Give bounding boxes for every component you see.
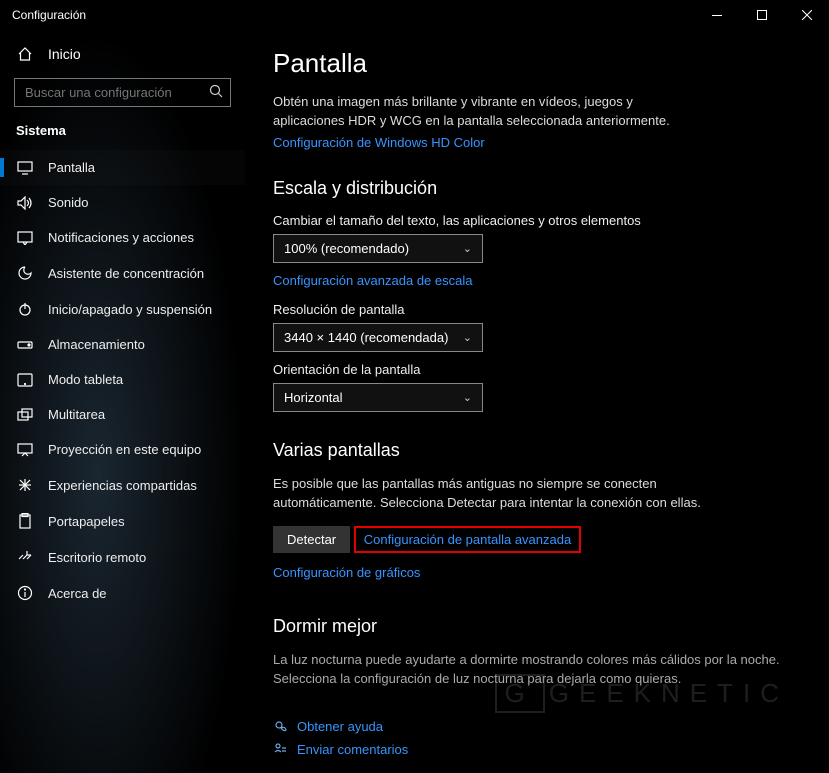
page-title: Pantalla xyxy=(273,48,801,79)
sidebar-item-multitarea[interactable]: Multitarea xyxy=(0,397,245,432)
sidebar-item-label: Inicio/apagado y suspensión xyxy=(48,302,212,317)
detect-button[interactable]: Detectar xyxy=(273,526,350,553)
search-input[interactable] xyxy=(14,78,231,107)
orientation-value: Horizontal xyxy=(284,390,343,405)
sidebar-item-label: Almacenamiento xyxy=(48,337,145,352)
get-help-link[interactable]: Obtener ayuda xyxy=(297,719,383,734)
hd-description: Obtén una imagen más brillante y vibrant… xyxy=(273,93,703,131)
notifications-icon xyxy=(16,231,34,245)
home-icon xyxy=(16,46,34,62)
sidebar-item-label: Multitarea xyxy=(48,407,105,422)
resolution-value: 3440 × 1440 (recomendada) xyxy=(284,330,448,345)
shared-icon xyxy=(16,477,34,493)
sidebar-home-label: Inicio xyxy=(48,46,81,62)
sidebar-item-remoto[interactable]: Escritorio remoto xyxy=(0,539,245,575)
sidebar-item-portapapeles[interactable]: Portapapeles xyxy=(0,503,245,539)
chevron-down-icon: ⌄ xyxy=(463,242,472,255)
help-icon xyxy=(273,720,287,734)
about-icon xyxy=(16,585,34,601)
search-icon xyxy=(209,84,223,98)
graphics-settings-link[interactable]: Configuración de gráficos xyxy=(273,565,420,580)
scale-label: Cambiar el tamaño del texto, las aplicac… xyxy=(273,213,801,228)
sound-icon xyxy=(16,196,34,210)
sidebar-item-almacenamiento[interactable]: Almacenamiento xyxy=(0,327,245,362)
display-icon xyxy=(16,161,34,175)
sidebar-item-proyeccion[interactable]: Proyección en este equipo xyxy=(0,432,245,467)
sidebar-home[interactable]: Inicio xyxy=(0,38,245,70)
storage-icon xyxy=(16,339,34,351)
sidebar-item-compartidas[interactable]: Experiencias compartidas xyxy=(0,467,245,503)
sidebar-item-label: Escritorio remoto xyxy=(48,550,146,565)
sidebar-item-label: Acerca de xyxy=(48,586,107,601)
minimize-button[interactable] xyxy=(694,0,739,30)
resolution-label: Resolución de pantalla xyxy=(273,302,801,317)
orientation-select[interactable]: Horizontal ⌄ xyxy=(273,383,483,412)
sidebar-item-label: Pantalla xyxy=(48,160,95,175)
search-box[interactable] xyxy=(14,78,231,107)
sidebar-item-acerca[interactable]: Acerca de xyxy=(0,575,245,611)
projection-icon xyxy=(16,443,34,457)
resolution-select[interactable]: 3440 × 1440 (recomendada) ⌄ xyxy=(273,323,483,352)
feedback-icon xyxy=(273,743,287,757)
sidebar-item-notificaciones[interactable]: Notificaciones y acciones xyxy=(0,220,245,255)
tablet-icon xyxy=(16,373,34,387)
scale-select[interactable]: 100% (recomendado) ⌄ xyxy=(273,234,483,263)
sidebar-item-tableta[interactable]: Modo tableta xyxy=(0,362,245,397)
chevron-down-icon: ⌄ xyxy=(463,391,472,404)
scale-value: 100% (recomendado) xyxy=(284,241,409,256)
sidebar-item-label: Experiencias compartidas xyxy=(48,478,197,493)
sidebar-item-concentracion[interactable]: Asistente de concentración xyxy=(0,255,245,291)
highlighted-box: Configuración de pantalla avanzada xyxy=(354,526,581,553)
sidebar-item-label: Sonido xyxy=(48,195,88,210)
sidebar-category: Sistema xyxy=(0,117,245,150)
sidebar-item-sonido[interactable]: Sonido xyxy=(0,185,245,220)
advanced-scale-link[interactable]: Configuración avanzada de escala xyxy=(273,273,472,288)
sidebar-item-label: Modo tableta xyxy=(48,372,123,387)
sidebar-item-pantalla[interactable]: Pantalla xyxy=(0,150,245,185)
scale-heading: Escala y distribución xyxy=(273,178,801,199)
hd-color-link[interactable]: Configuración de Windows HD Color xyxy=(273,135,485,150)
send-feedback-link[interactable]: Enviar comentarios xyxy=(297,742,408,757)
multitask-icon xyxy=(16,408,34,422)
sidebar-item-energia[interactable]: Inicio/apagado y suspensión xyxy=(0,291,245,327)
close-button[interactable] xyxy=(784,0,829,30)
sleep-description: La luz nocturna puede ayudarte a dormirt… xyxy=(273,651,801,689)
power-icon xyxy=(16,301,34,317)
advanced-display-link[interactable]: Configuración de pantalla avanzada xyxy=(364,532,571,547)
main-content: Pantalla Obtén una imagen más brillante … xyxy=(245,30,829,773)
maximize-button[interactable] xyxy=(739,0,784,30)
sidebar-item-label: Asistente de concentración xyxy=(48,266,204,281)
window-title: Configuración xyxy=(12,8,86,22)
sidebar-item-label: Proyección en este equipo xyxy=(48,442,201,457)
chevron-down-icon: ⌄ xyxy=(463,331,472,344)
remote-icon xyxy=(16,549,34,565)
orientation-label: Orientación de la pantalla xyxy=(273,362,801,377)
sidebar-item-label: Portapapeles xyxy=(48,514,125,529)
clipboard-icon xyxy=(16,513,34,529)
sidebar-item-label: Notificaciones y acciones xyxy=(48,230,194,245)
multiple-displays-description: Es posible que las pantallas más antigua… xyxy=(273,475,703,513)
sleep-heading: Dormir mejor xyxy=(273,616,801,637)
multiple-displays-heading: Varias pantallas xyxy=(273,440,801,461)
sidebar: Inicio Sistema Pantalla Sonido Notificac… xyxy=(0,30,245,773)
focus-icon xyxy=(16,265,34,281)
